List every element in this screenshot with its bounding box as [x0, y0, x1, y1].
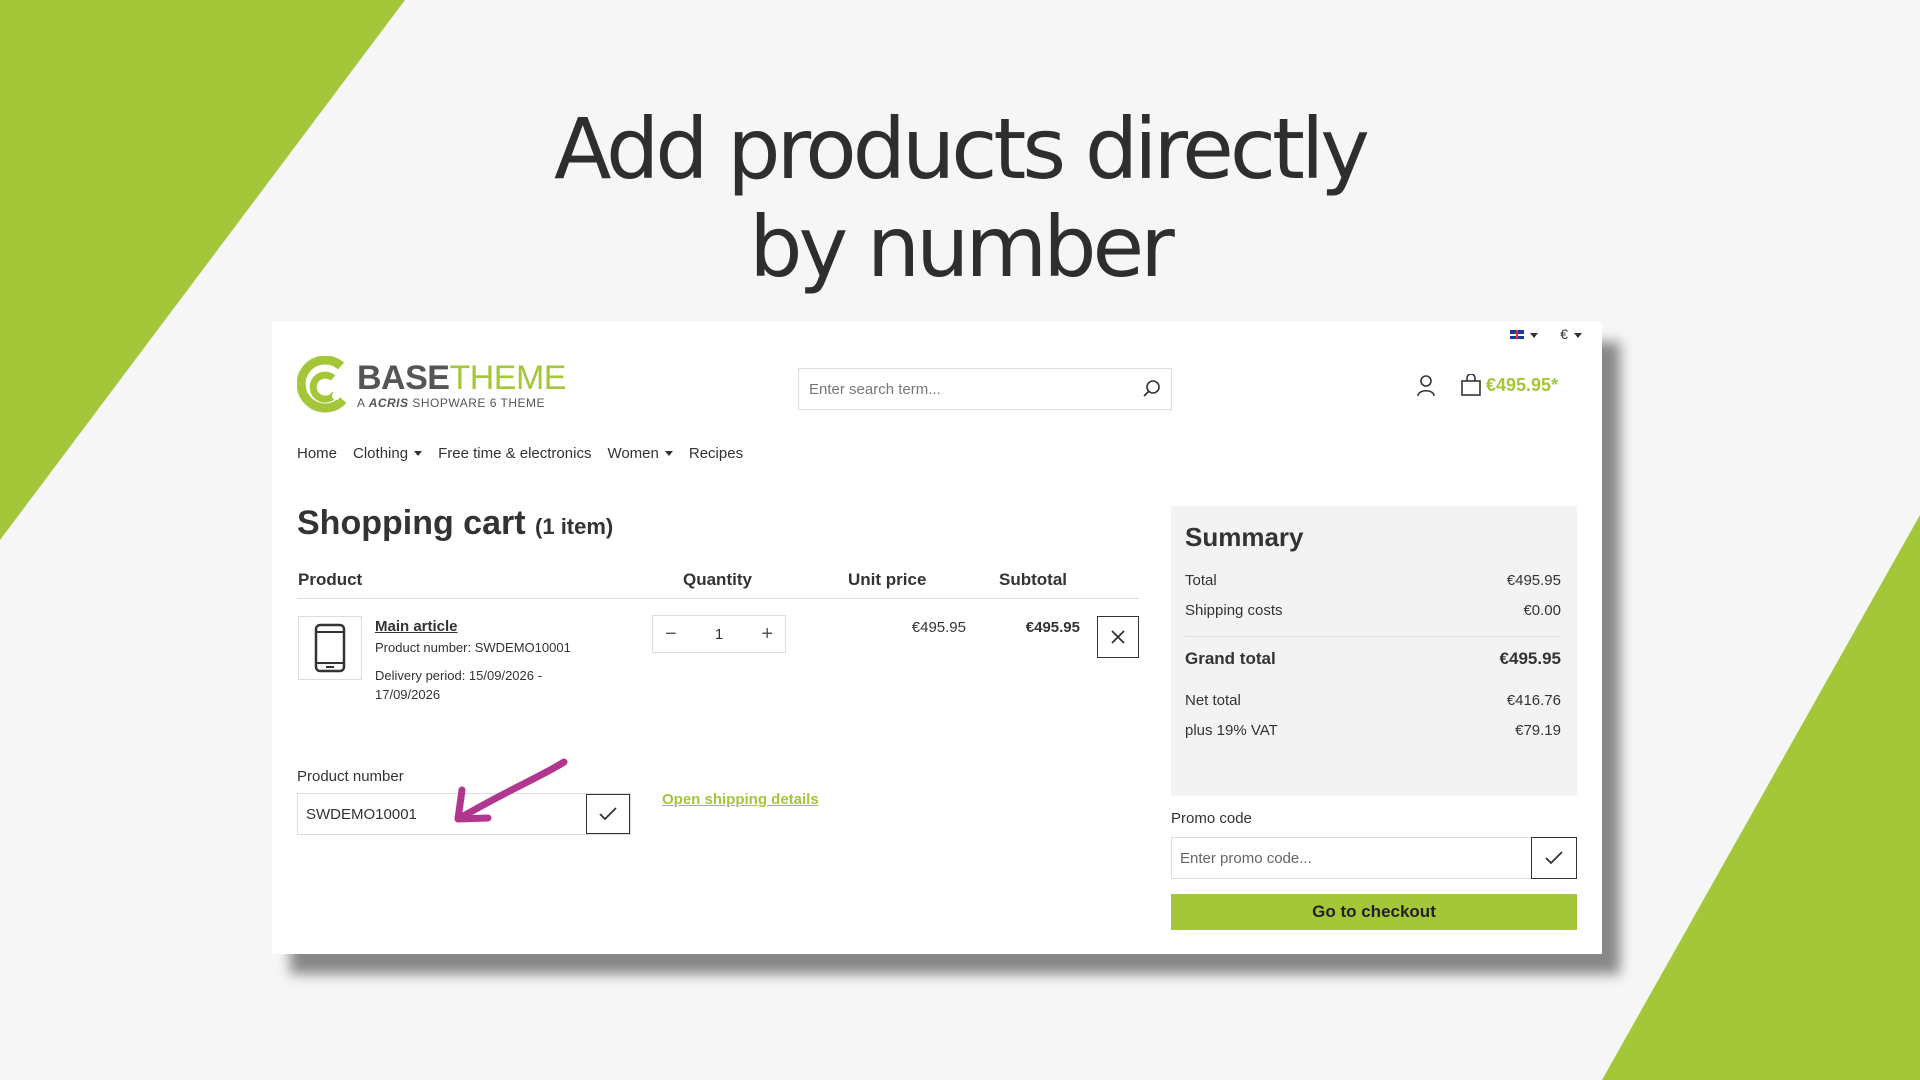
quantity-stepper: − 1 +: [652, 615, 786, 653]
column-header-subtotal: Subtotal: [999, 570, 1067, 589]
summary-vat-row: plus 19% VAT €79.19: [1185, 722, 1561, 739]
search-box: [798, 368, 1172, 410]
summary-net-total-row: Net total €416.76: [1185, 692, 1561, 709]
annotation-arrow-icon: [454, 758, 568, 823]
chevron-down-icon: [414, 451, 423, 456]
plus-icon[interactable]: +: [761, 623, 773, 646]
shopping-bag-icon: [1461, 374, 1481, 396]
nav-item-clothing[interactable]: Clothing: [353, 445, 423, 462]
nav-item-recipes[interactable]: Recipes: [689, 445, 743, 462]
chevron-down-icon: [1530, 332, 1539, 338]
promo-code-form: [1171, 837, 1577, 879]
main-navigation: Home Clothing Free time & electronics Wo…: [297, 445, 743, 462]
add-product-submit-button[interactable]: [586, 794, 630, 834]
smartphone-icon: [314, 623, 346, 673]
open-shipping-details-link[interactable]: Open shipping details: [662, 791, 819, 808]
close-icon: [1111, 630, 1125, 644]
summary-grand-total-row: Grand total €495.95: [1185, 649, 1561, 668]
delivery-period-end: 17/09/2026: [375, 687, 441, 702]
product-number-label: Product number: [297, 768, 404, 785]
shop-screenshot: € BASETHEME A ACRIS SHOPWARE 6 THEME €: [272, 322, 1602, 954]
cart-item-count: (1 item): [535, 514, 614, 539]
user-icon: [1417, 375, 1435, 397]
minus-icon[interactable]: −: [665, 623, 677, 646]
nav-item-free-time-electronics[interactable]: Free time & electronics: [438, 445, 591, 462]
summary-shipping-row: Shipping costs €0.00: [1185, 602, 1561, 619]
column-header-product: Product: [298, 570, 363, 589]
search-icon[interactable]: [1143, 380, 1161, 398]
product-name-link[interactable]: Main article: [375, 618, 458, 635]
nav-item-women[interactable]: Women: [607, 445, 673, 462]
chevron-down-icon: [664, 451, 673, 456]
table-divider: [297, 598, 1139, 599]
order-summary: Summary Total €495.95 Shipping costs €0.00…: [1171, 506, 1577, 796]
summary-total-row: Total €495.95: [1185, 572, 1561, 589]
currency-switcher[interactable]: €: [1560, 326, 1582, 342]
page-title: Shopping cart (1 item): [297, 504, 614, 542]
cart-total: €495.95*: [1486, 374, 1559, 395]
logo[interactable]: BASETHEME A ACRIS SHOPWARE 6 THEME: [297, 356, 566, 414]
promo-code-input[interactable]: [1172, 838, 1531, 878]
search-input[interactable]: [809, 380, 1143, 398]
uk-flag-icon: [1510, 330, 1525, 339]
product-thumbnail[interactable]: [298, 616, 362, 680]
headline-line-2: by number: [749, 198, 1175, 296]
quantity-value[interactable]: 1: [715, 626, 723, 643]
column-header-unit-price: Unit price: [848, 570, 927, 589]
headline-line-1: Add products directly: [553, 100, 1370, 198]
delivery-period: Delivery period: 15/09/2026 -: [375, 668, 542, 683]
headline: Add products directly by number: [0, 100, 1920, 296]
nav-item-home[interactable]: Home: [297, 445, 337, 462]
remove-item-button[interactable]: [1097, 616, 1139, 658]
summary-title: Summary: [1185, 522, 1304, 552]
logo-tagline: A ACRIS SHOPWARE 6 THEME: [357, 396, 546, 410]
column-header-quantity: Quantity: [683, 570, 752, 589]
checkmark-icon: [599, 807, 617, 821]
summary-divider: [1185, 636, 1561, 637]
language-switcher[interactable]: [1510, 326, 1539, 342]
account-button[interactable]: [1416, 375, 1436, 402]
checkout-button[interactable]: Go to checkout: [1171, 894, 1577, 930]
line-subtotal: €495.95: [1025, 619, 1080, 636]
currency-label: €: [1560, 326, 1568, 342]
promo-code-label: Promo code: [1171, 810, 1252, 827]
cart-button[interactable]: €495.95*: [1460, 374, 1558, 396]
unit-price: €495.95: [911, 619, 966, 636]
logo-mark-icon: [297, 356, 347, 413]
logo-wordmark: BASETHEME: [357, 359, 566, 397]
chevron-down-icon: [1574, 332, 1582, 338]
product-number: Product number: SWDEMO10001: [375, 640, 571, 655]
promo-code-submit-button[interactable]: [1531, 837, 1577, 879]
checkmark-icon: [1545, 851, 1563, 865]
top-bar: €: [1510, 326, 1582, 342]
